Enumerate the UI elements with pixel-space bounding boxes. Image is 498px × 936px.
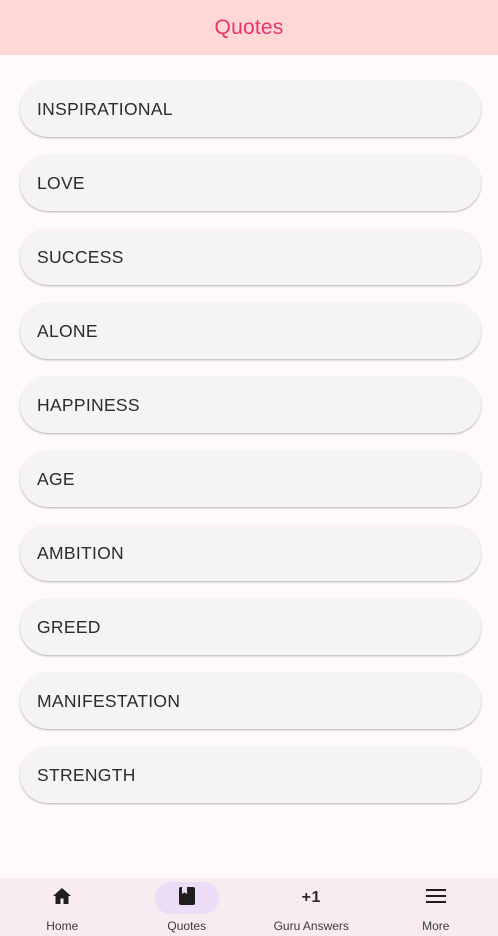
category-item-love[interactable]: LOVE xyxy=(20,155,481,211)
nav-label: Guru Answers xyxy=(273,919,349,933)
plus-one-icon: +1 xyxy=(301,889,321,906)
category-item-inspirational[interactable]: INSPIRATIONAL xyxy=(20,81,481,137)
category-item-strength[interactable]: STRENGTH xyxy=(20,747,481,803)
category-label: AMBITION xyxy=(37,542,124,563)
category-label: LOVE xyxy=(37,172,85,193)
category-label: STRENGTH xyxy=(37,764,136,785)
category-label: AGE xyxy=(37,468,75,489)
nav-label: More xyxy=(422,919,450,933)
bottom-navigation: Home Quotes +1 Guru Answers More xyxy=(0,878,498,936)
category-item-success[interactable]: SUCCESS xyxy=(20,229,481,285)
category-label: MANIFESTATION xyxy=(37,690,181,711)
nav-item-guru-answers[interactable]: +1 Guru Answers xyxy=(249,878,374,936)
category-item-happiness[interactable]: HAPPINESS xyxy=(20,377,481,433)
category-label: GREED xyxy=(37,616,101,637)
menu-icon xyxy=(425,888,446,908)
category-label: INSPIRATIONAL xyxy=(37,98,173,119)
nav-item-home[interactable]: Home xyxy=(0,878,125,936)
category-item-greed[interactable]: GREED xyxy=(20,599,481,655)
home-icon xyxy=(53,887,72,909)
nav-indicator xyxy=(30,882,94,914)
category-item-ambition[interactable]: AMBITION xyxy=(20,525,481,581)
category-item-age[interactable]: AGE xyxy=(20,451,481,507)
nav-indicator: +1 xyxy=(279,882,343,914)
nav-label: Home xyxy=(46,919,79,933)
category-label: ALONE xyxy=(37,320,98,341)
category-label: SUCCESS xyxy=(37,246,124,267)
category-item-manifestation[interactable]: MANIFESTATION xyxy=(20,673,481,729)
category-item-alone[interactable]: ALONE xyxy=(20,303,481,359)
nav-item-quotes[interactable]: Quotes xyxy=(125,878,250,936)
app-bar: Quotes xyxy=(0,0,498,55)
nav-item-more[interactable]: More xyxy=(374,878,498,936)
nav-indicator xyxy=(404,882,468,914)
page-title: Quotes xyxy=(214,15,284,39)
nav-indicator-active xyxy=(154,882,219,914)
nav-label: Quotes xyxy=(167,919,207,933)
book-icon xyxy=(178,886,195,910)
category-label: HAPPINESS xyxy=(37,394,140,415)
